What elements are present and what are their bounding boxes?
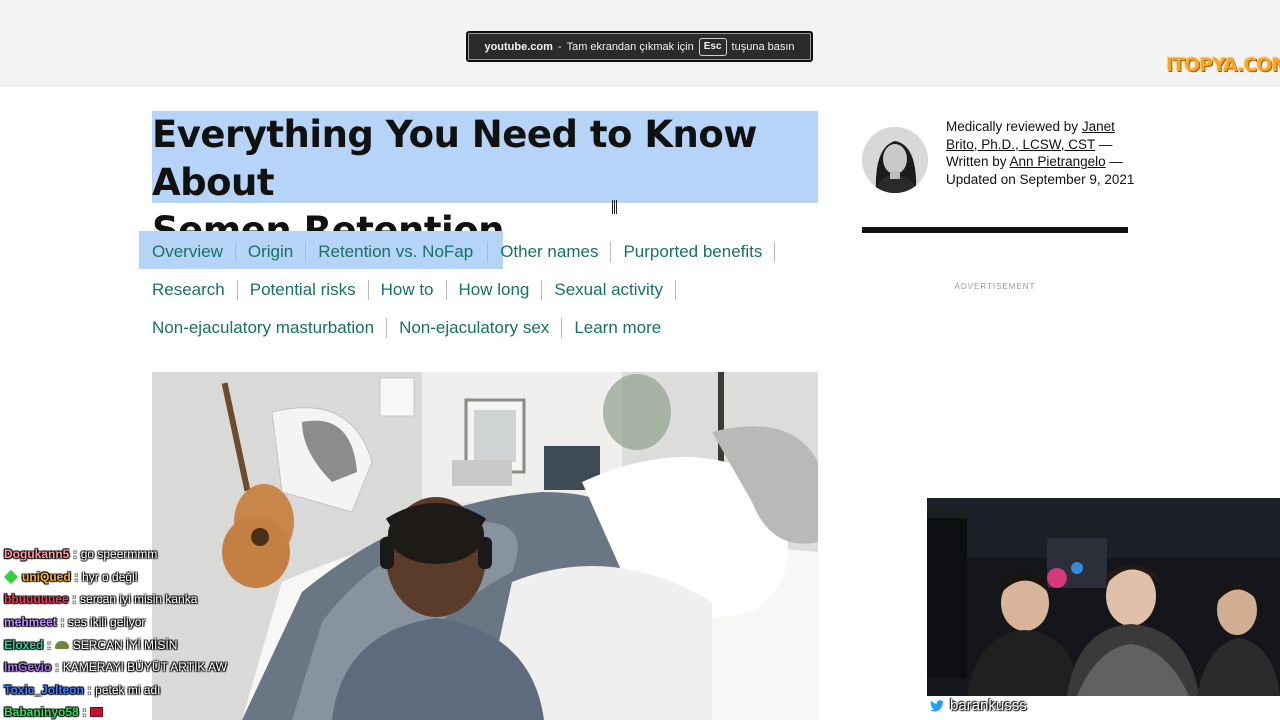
chat-colon: : bbox=[72, 592, 77, 607]
chat-text: petek mi adı bbox=[95, 682, 161, 697]
chat-username[interactable]: Toxic_Jolteon bbox=[4, 682, 84, 698]
twitter-handle-overlay: barankusss bbox=[930, 697, 1027, 714]
toc-divider bbox=[675, 280, 677, 300]
toc-link-research[interactable]: Research bbox=[152, 280, 225, 300]
reviewed-by-label: Medically reviewed by bbox=[946, 119, 1079, 134]
toc-link-how-long[interactable]: How long bbox=[459, 280, 530, 300]
chat-text: hyr o değil bbox=[82, 569, 138, 584]
chat-colon: : bbox=[73, 547, 77, 562]
toc-divider bbox=[305, 242, 307, 262]
article-title-line1: Everything You Need to Know About bbox=[152, 113, 757, 204]
toc-row-3: Non-ejaculatory masturbation Non-ejacula… bbox=[152, 318, 661, 338]
twitter-handle: barankusss bbox=[950, 697, 1027, 714]
toc-divider bbox=[386, 318, 388, 338]
chat-username[interactable]: Dogukann5 bbox=[4, 546, 69, 562]
diamond-badge-icon bbox=[3, 569, 19, 584]
twitter-icon bbox=[930, 699, 944, 712]
toc-divider bbox=[561, 318, 563, 338]
chat-colon: : bbox=[82, 705, 87, 720]
chat-username[interactable]: Eloxed bbox=[4, 637, 43, 653]
chat-username[interactable]: Babaninyo58 bbox=[4, 704, 79, 720]
turtle-emote-icon bbox=[54, 640, 69, 649]
chat-message: Dogukann5: go speermmm bbox=[4, 543, 334, 566]
chat-message: Eloxed: SERCAN İYİ MİSİN bbox=[4, 633, 334, 656]
chat-colon: : bbox=[60, 615, 65, 630]
advertisement-label: ADVERTISEMENT bbox=[954, 282, 1036, 291]
streamer-webcam bbox=[927, 498, 1280, 696]
itopya-watermark-logo: ITOPYA.COM bbox=[1166, 54, 1280, 76]
chat-username[interactable]: uniQued bbox=[22, 569, 71, 585]
toc-link-other-names[interactable]: Other names bbox=[500, 242, 598, 262]
chat-text: SERCAN İYİ MİSİN bbox=[72, 637, 178, 652]
chat-message: bbuuuuuee: sercan iyi misin kanka bbox=[4, 588, 334, 611]
stream-chat-overlay: Dogukann5: go speermmm uniQued: hyr o değil… bbox=[3, 543, 334, 720]
chat-text: KAMERAYI BÜYÜT ARTIK AW bbox=[62, 660, 227, 675]
notice-text-before: Tam ekrandan çıkmak için bbox=[566, 40, 694, 53]
toc-divider bbox=[367, 280, 369, 300]
chat-colon: : bbox=[74, 569, 79, 584]
article-title[interactable]: Everything You Need to Know About Semen … bbox=[152, 111, 818, 252]
sidebar-divider bbox=[862, 227, 1128, 233]
toc-link-overview[interactable]: Overview bbox=[152, 242, 223, 262]
chat-text: go speermmm bbox=[80, 547, 158, 562]
chat-message: mehmeet: ses ikili geliyor bbox=[4, 611, 334, 634]
toc-divider bbox=[445, 280, 447, 300]
toc-link-sexual-activity[interactable]: Sexual activity bbox=[554, 280, 663, 300]
toc-link-origin[interactable]: Origin bbox=[248, 242, 293, 262]
notice-separator: - bbox=[557, 40, 562, 53]
toc-link-non-ejaculatory-masturbation[interactable]: Non-ejaculatory masturbation bbox=[152, 318, 374, 338]
chat-username[interactable]: ImGevio bbox=[4, 659, 51, 675]
notice-text-after: tuşuna basın bbox=[731, 40, 795, 53]
toc-link-purported-benefits[interactable]: Purported benefits bbox=[623, 242, 762, 262]
toc-link-retention-vs-nofap[interactable]: Retention vs. NoFap bbox=[318, 242, 473, 262]
webcam-feed bbox=[927, 498, 1280, 696]
chat-message: uniQued: hyr o değil bbox=[3, 566, 334, 589]
toc-divider bbox=[610, 242, 612, 262]
screen: youtube.com - Tam ekrandan çıkmak için E… bbox=[0, 0, 1280, 720]
chat-colon: : bbox=[55, 660, 59, 675]
byline-text: Medically reviewed by Janet Brito, Ph.D.… bbox=[946, 118, 1136, 188]
chat-text: sercan iyi misin kanka bbox=[80, 592, 198, 607]
toc-link-non-ejaculatory-sex[interactable]: Non-ejaculatory sex bbox=[399, 318, 549, 338]
chat-message: Toxic_Jolteon: petek mi adı bbox=[4, 679, 334, 702]
flag-emote-icon bbox=[90, 707, 104, 718]
chat-colon: : bbox=[47, 637, 51, 652]
toc-divider bbox=[236, 280, 238, 300]
notice-domain: youtube.com bbox=[484, 40, 553, 53]
chat-username[interactable]: mehmeet bbox=[4, 614, 57, 630]
toc-row-2: Research Potential risks How to How long… bbox=[152, 280, 688, 300]
toc-divider bbox=[541, 280, 543, 300]
toc-divider bbox=[234, 242, 236, 262]
chat-message: ImGevio: KAMERAYI BÜYÜT ARTIK AW bbox=[4, 656, 334, 679]
fullscreen-notice: youtube.com - Tam ekrandan çıkmak için E… bbox=[466, 31, 813, 62]
toc-divider bbox=[487, 242, 489, 262]
toc-link-potential-risks[interactable]: Potential risks bbox=[250, 280, 356, 300]
toc-divider bbox=[774, 242, 776, 262]
chat-username[interactable]: bbuuuuuee bbox=[4, 591, 69, 607]
chat-text: ses ikili geliyor bbox=[68, 615, 146, 630]
author-link[interactable]: Ann Pietrangelo bbox=[1010, 154, 1106, 169]
chat-message: Babaninyo58: bbox=[4, 701, 334, 720]
browser-top-area: youtube.com - Tam ekrandan çıkmak için E… bbox=[0, 0, 1280, 87]
text-cursor-icon bbox=[612, 200, 617, 214]
reviewer-avatar bbox=[862, 127, 928, 193]
toc-row-1: Overview Origin Retention vs. NoFap Othe… bbox=[152, 242, 787, 262]
esc-key-badge: Esc bbox=[698, 37, 727, 56]
toc-link-how-to[interactable]: How to bbox=[381, 280, 434, 300]
chat-colon: : bbox=[87, 682, 92, 697]
toc-link-learn-more[interactable]: Learn more bbox=[574, 318, 661, 338]
reviewer-portrait bbox=[862, 127, 928, 193]
